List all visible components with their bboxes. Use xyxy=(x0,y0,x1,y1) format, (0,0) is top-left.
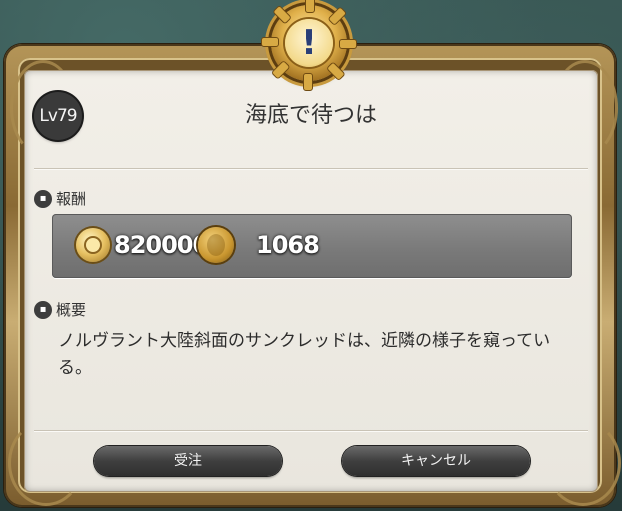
currency-amount: 1068 xyxy=(256,231,320,259)
reward-section-icon: ▪ xyxy=(34,190,52,208)
quest-emblem-icon: ! xyxy=(261,0,357,91)
quest-panel xyxy=(24,70,598,492)
quest-title: 海底で待つは xyxy=(244,103,377,128)
coin-icon[interactable] xyxy=(198,227,234,263)
overview-section-icon: ▪ xyxy=(34,301,52,319)
cancel-button[interactable]: キャンセル xyxy=(342,446,530,476)
reward-section-label: 報酬 xyxy=(56,190,87,208)
level-badge: Lv79 xyxy=(34,92,82,140)
divider xyxy=(34,168,588,169)
exclamation-icon: ! xyxy=(285,19,333,67)
divider xyxy=(34,430,588,431)
gil-amount: 820000 xyxy=(114,231,209,259)
overview-section-label: 概要 xyxy=(56,301,87,319)
quest-description: ノルヴラント大陸斜面のサンクレッドは、近隣の様子を窺っている。 xyxy=(58,331,551,378)
gil-icon[interactable] xyxy=(76,228,110,262)
reward-box: 820000 1068 xyxy=(52,214,572,278)
accept-button[interactable]: 受注 xyxy=(94,446,282,476)
